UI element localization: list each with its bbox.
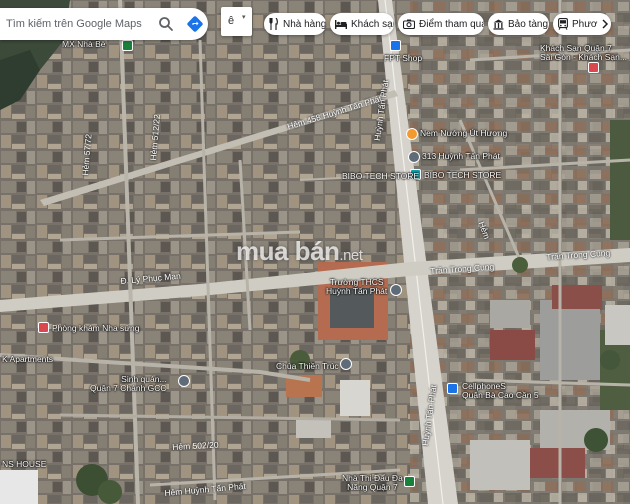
search-box[interactable] — [0, 8, 208, 40]
place-pin-khach-san[interactable] — [588, 62, 599, 73]
place-label-sinh-quan[interactable]: Sinh quán... Quận 7 Chánh GCC — [90, 374, 167, 394]
fork-knife-icon — [269, 18, 278, 30]
chip-museums[interactable]: Bảo tàng — [488, 13, 549, 35]
chip-restaurants[interactable]: Nhà hàng — [264, 13, 326, 35]
place-pin-fpt-shop[interactable] — [390, 40, 401, 51]
chip-attractions-label: Điểm tham quan — [419, 18, 484, 30]
map-view[interactable]: Hẻm 458 Huỳnh Tấn Phát Huỳnh Tấn Phát Hu… — [0, 0, 630, 504]
place-label-cellphones[interactable]: CellphoneS Quận Bà Cao Cần 5 — [462, 381, 539, 401]
place-pin-truong[interactable] — [390, 284, 402, 296]
chevron-right-icon[interactable] — [598, 15, 612, 33]
place-pin-phong-kham[interactable] — [38, 322, 49, 333]
chip-hotels[interactable]: Khách sạn — [330, 13, 394, 35]
chip-attractions[interactable]: Điểm tham quan — [398, 13, 484, 35]
place-label-chua[interactable]: Chùa Thiền Trúc — [276, 361, 339, 371]
place-label-313[interactable]: 313 Huỳnh Tấn Phát — [422, 151, 500, 161]
place-label-nha-thi-dau[interactable]: Nhà Thi Đấu Đa Năng Quận 7 — [342, 473, 403, 493]
bed-icon — [335, 20, 347, 29]
watermark-suffix: .net — [339, 247, 363, 264]
place-pin-mx-nha-be[interactable] — [122, 40, 133, 51]
transit-icon — [558, 18, 568, 30]
place-label-khach-san[interactable]: Khách Sạn Quận 7 Sài Gòn - Khách Sạn... — [540, 43, 627, 63]
place-label-fpt-shop[interactable]: FPT Shop — [384, 53, 422, 63]
search-icon[interactable] — [158, 16, 174, 32]
place-label-nem-nuong[interactable]: Nem Nướng Út Hương — [420, 128, 507, 138]
place-label-truong[interactable]: Trường THCS Huỳnh Tấn Phát — [326, 277, 387, 297]
chevron-down-icon: ▾ — [242, 14, 246, 21]
place-pin-nem-nuong[interactable] — [406, 128, 418, 140]
place-label-bibo-1[interactable]: BIBO TECH STORE — [342, 171, 419, 181]
chip-restaurants-label: Nhà hàng — [283, 18, 326, 30]
museum-icon — [493, 19, 504, 30]
place-label-phong-kham[interactable]: Phòng khám Nha sứng — [52, 323, 139, 333]
language-selector[interactable]: ê ▾ — [221, 7, 252, 36]
place-label-bibo-2[interactable]: BIBO TECH STORE — [424, 170, 501, 180]
chip-museums-label: Bảo tàng — [508, 18, 549, 30]
place-pin-chua[interactable] — [340, 358, 352, 370]
chip-hotels-label: Khách sạn — [351, 18, 394, 30]
search-input[interactable] — [6, 18, 156, 30]
watermark-logo: mua bán.net — [236, 236, 363, 267]
place-label-k-apartments[interactable]: K Apartments — [2, 354, 53, 364]
directions-icon[interactable] — [186, 15, 204, 33]
camera-icon — [403, 19, 415, 29]
place-pin-cellphones[interactable] — [447, 383, 458, 394]
place-pin-nha-thi-dau[interactable] — [404, 476, 415, 487]
place-pin-313[interactable] — [408, 151, 420, 163]
place-label-mx-nha-be[interactable]: MX Nhà Bè — [62, 39, 105, 49]
watermark-main: mua bán — [236, 236, 340, 266]
chip-transit-label: Phươ — [572, 18, 598, 30]
place-pin-sinh-quan[interactable] — [178, 375, 190, 387]
language-selector-label: ê — [228, 15, 235, 27]
place-label-ns-house[interactable]: NS HOUSE — [2, 459, 46, 469]
